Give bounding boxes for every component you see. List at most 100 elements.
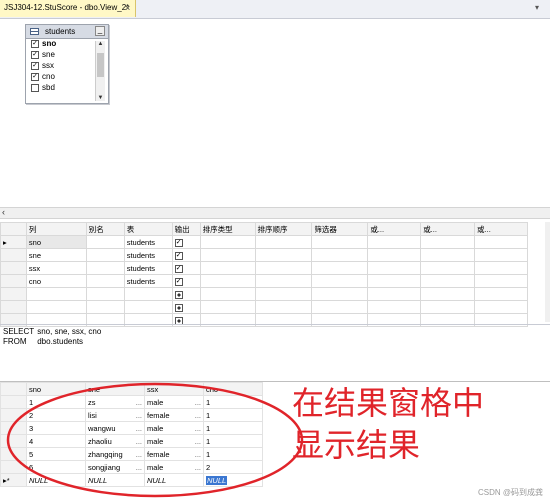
criteria-header[interactable]: 或... bbox=[367, 222, 422, 236]
row-selector[interactable] bbox=[0, 274, 27, 288]
row-selector[interactable] bbox=[0, 300, 27, 314]
scroll-down-icon[interactable]: ▼ bbox=[96, 95, 105, 101]
criteria-header[interactable]: 表 bbox=[123, 222, 173, 236]
criteria-column-cell[interactable]: cno bbox=[25, 274, 87, 288]
criteria-empty-cell[interactable] bbox=[199, 300, 256, 314]
criteria-empty-cell[interactable] bbox=[311, 248, 369, 262]
criteria-header[interactable]: 排序顺序 bbox=[254, 222, 313, 236]
criteria-empty-cell[interactable] bbox=[254, 261, 313, 275]
criteria-alias-cell[interactable] bbox=[85, 287, 125, 301]
criteria-header[interactable]: 或... bbox=[420, 222, 476, 236]
criteria-empty-cell[interactable] bbox=[474, 261, 528, 275]
close-icon[interactable]: × bbox=[125, 3, 130, 13]
output-checkbox[interactable]: ✓ bbox=[174, 277, 183, 286]
output-checkbox[interactable] bbox=[174, 290, 183, 299]
criteria-empty-cell[interactable] bbox=[199, 274, 256, 288]
criteria-empty-cell[interactable] bbox=[311, 274, 369, 288]
criteria-empty-cell[interactable] bbox=[474, 300, 528, 314]
column-checkbox[interactable]: ✓ bbox=[31, 62, 39, 70]
output-checkbox[interactable]: ✓ bbox=[174, 251, 183, 260]
criteria-row[interactable] bbox=[0, 287, 528, 301]
criteria-output-cell[interactable]: ✓ bbox=[171, 261, 201, 275]
criteria-empty-cell[interactable] bbox=[254, 274, 313, 288]
criteria-empty-cell[interactable] bbox=[199, 235, 256, 249]
row-selector[interactable] bbox=[0, 248, 27, 262]
criteria-empty-cell[interactable] bbox=[367, 274, 422, 288]
criteria-empty-cell[interactable] bbox=[199, 287, 256, 301]
column-checkbox[interactable] bbox=[31, 84, 39, 92]
criteria-pane[interactable]: 列别名表输出 排序类型 排序顺序 筛选器 或... 或... 或... ▸ sno studen… bbox=[0, 222, 528, 327]
criteria-table-cell[interactable]: students bbox=[123, 235, 173, 249]
criteria-output-cell[interactable]: ✓ bbox=[171, 274, 201, 288]
column-checkbox[interactable]: ✓ bbox=[31, 40, 39, 48]
criteria-empty-cell[interactable] bbox=[474, 235, 528, 249]
criteria-empty-cell[interactable] bbox=[367, 248, 422, 262]
criteria-column-cell[interactable] bbox=[25, 300, 87, 314]
criteria-table-cell[interactable]: students bbox=[123, 248, 173, 262]
tab-list-dropdown-icon[interactable]: ▾ bbox=[535, 3, 539, 12]
criteria-alias-cell[interactable] bbox=[85, 261, 125, 275]
criteria-empty-cell[interactable] bbox=[474, 274, 528, 288]
row-selector[interactable] bbox=[0, 261, 27, 275]
diagram-horizontal-scrollbar[interactable]: ‹ bbox=[0, 207, 550, 219]
criteria-empty-cell[interactable] bbox=[420, 287, 476, 301]
criteria-column-cell[interactable]: sno bbox=[25, 235, 87, 249]
criteria-empty-cell[interactable] bbox=[254, 235, 313, 249]
criteria-header[interactable]: 或... bbox=[474, 222, 528, 236]
criteria-alias-cell[interactable] bbox=[85, 274, 125, 288]
criteria-empty-cell[interactable] bbox=[254, 300, 313, 314]
criteria-empty-cell[interactable] bbox=[311, 261, 369, 275]
criteria-empty-cell[interactable] bbox=[367, 261, 422, 275]
criteria-empty-cell[interactable] bbox=[367, 300, 422, 314]
criteria-alias-cell[interactable] bbox=[85, 235, 125, 249]
tab-view-2[interactable]: JSJ304-12.StuScore - dbo.View_2* × bbox=[0, 0, 136, 17]
column-checkbox[interactable]: ✓ bbox=[31, 51, 39, 59]
scroll-thumb[interactable] bbox=[97, 53, 104, 77]
table-box-students[interactable]: students _ ✓ sno ✓ sne ✓ ssx ✓ cno sbd ▲ ▼ bbox=[25, 24, 109, 104]
criteria-table-cell[interactable] bbox=[123, 300, 173, 314]
criteria-empty-cell[interactable] bbox=[311, 235, 369, 249]
criteria-empty-cell[interactable] bbox=[199, 248, 256, 262]
criteria-empty-cell[interactable] bbox=[420, 274, 476, 288]
scroll-left-icon[interactable]: ‹ bbox=[2, 207, 5, 217]
criteria-row[interactable]: ssx students ✓ bbox=[0, 261, 528, 275]
criteria-empty-cell[interactable] bbox=[420, 261, 476, 275]
criteria-row[interactable]: sne students ✓ bbox=[0, 248, 528, 262]
criteria-header[interactable]: 输出 bbox=[171, 222, 201, 236]
output-checkbox[interactable]: ✓ bbox=[174, 238, 183, 247]
criteria-row[interactable] bbox=[0, 300, 528, 314]
output-checkbox[interactable] bbox=[174, 303, 183, 312]
criteria-column-cell[interactable]: ssx bbox=[25, 261, 87, 275]
criteria-empty-cell[interactable] bbox=[311, 300, 369, 314]
criteria-empty-cell[interactable] bbox=[420, 300, 476, 314]
diagram-pane[interactable]: students _ ✓ sno ✓ sne ✓ ssx ✓ cno sbd ▲ ▼ bbox=[0, 19, 550, 207]
output-checkbox[interactable]: ✓ bbox=[174, 264, 183, 273]
criteria-empty-cell[interactable] bbox=[420, 235, 476, 249]
table-box-scrollbar[interactable]: ▲ ▼ bbox=[95, 41, 105, 101]
criteria-alias-cell[interactable] bbox=[85, 300, 125, 314]
criteria-empty-cell[interactable] bbox=[254, 248, 313, 262]
criteria-output-cell[interactable] bbox=[171, 300, 201, 314]
row-selector[interactable]: ▸ bbox=[0, 235, 27, 249]
criteria-header[interactable]: 筛选器 bbox=[311, 222, 369, 236]
criteria-table-cell[interactable]: students bbox=[123, 274, 173, 288]
criteria-output-cell[interactable]: ✓ bbox=[171, 248, 201, 262]
row-selector[interactable] bbox=[0, 287, 27, 301]
criteria-empty-cell[interactable] bbox=[367, 287, 422, 301]
criteria-header[interactable]: 排序类型 bbox=[199, 222, 256, 236]
criteria-alias-cell[interactable] bbox=[85, 248, 125, 262]
table-box-header[interactable]: students _ bbox=[26, 25, 108, 39]
sql-pane[interactable]: SELECT sno, sne, ssx, cno FROM dbo.stude… bbox=[0, 324, 550, 379]
criteria-empty-cell[interactable] bbox=[199, 261, 256, 275]
criteria-output-cell[interactable]: ✓ bbox=[171, 235, 201, 249]
criteria-row[interactable]: ▸ sno students ✓ bbox=[0, 235, 528, 249]
criteria-table-cell[interactable] bbox=[123, 287, 173, 301]
column-checkbox[interactable]: ✓ bbox=[31, 73, 39, 81]
criteria-header[interactable]: 别名 bbox=[85, 222, 125, 236]
criteria-empty-cell[interactable] bbox=[420, 248, 476, 262]
criteria-scrollbar[interactable] bbox=[545, 222, 550, 322]
criteria-empty-cell[interactable] bbox=[474, 248, 528, 262]
criteria-table-cell[interactable]: students bbox=[123, 261, 173, 275]
criteria-column-cell[interactable]: sne bbox=[25, 248, 87, 262]
criteria-row[interactable]: cno students ✓ bbox=[0, 274, 528, 288]
